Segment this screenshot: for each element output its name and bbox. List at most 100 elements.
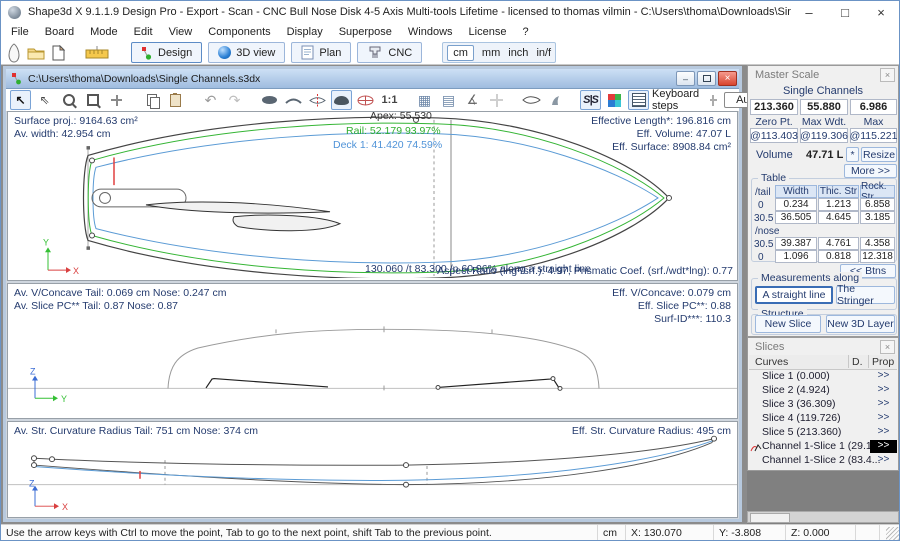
cnc-button[interactable]: CNC <box>357 42 422 63</box>
table-cell[interactable]: 1.096 <box>775 250 817 263</box>
plan-button[interactable]: Plan <box>291 42 351 63</box>
select-tool-icon[interactable]: ↖ <box>10 90 31 110</box>
zoom-tool-icon[interactable] <box>58 90 79 110</box>
mini-board-icon[interactable] <box>521 90 542 110</box>
menu-board[interactable]: Board <box>37 26 82 38</box>
table-cell[interactable]: 0.818 <box>818 250 859 263</box>
thickness-view-icon[interactable] <box>307 90 328 110</box>
d-column-header[interactable]: D. <box>852 356 863 368</box>
ruler-icon[interactable] <box>85 45 109 60</box>
width-col-header[interactable]: Width <box>775 185 817 198</box>
table-cell[interactable]: 36.505 <box>775 211 817 224</box>
slice-prop-button[interactable]: >> <box>870 384 897 397</box>
axes-cross-icon[interactable] <box>486 90 507 110</box>
thickness-value[interactable]: 6.986 <box>850 99 897 115</box>
slice-row-selected[interactable]: Channel 1-Slice 1 (29.1... >> <box>749 440 897 454</box>
menu-components[interactable]: Components <box>200 26 278 38</box>
menu-mode[interactable]: Mode <box>82 26 126 38</box>
table-cell[interactable]: 4.645 <box>818 211 859 224</box>
curves-column-header[interactable]: Curves <box>755 356 788 368</box>
outline-view-icon[interactable] <box>259 90 280 110</box>
new-3d-layer-button[interactable]: New 3D Layer <box>826 315 895 333</box>
slice-row[interactable]: Slice 2 (4.924) >> <box>749 384 897 398</box>
new-board-icon[interactable] <box>7 43 21 63</box>
resize-button[interactable]: Resize <box>861 147 897 162</box>
thic-col-header[interactable]: Thic. Str <box>818 185 859 198</box>
slice-prop-button[interactable]: >> <box>870 370 897 383</box>
export-icon[interactable] <box>51 45 65 61</box>
menu-windows[interactable]: Windows <box>400 26 461 38</box>
minimize-icon[interactable]: – <box>791 5 827 20</box>
redo-icon[interactable]: ↷ <box>224 90 245 110</box>
stringer-button[interactable]: The Stringer <box>836 286 895 304</box>
table-cell[interactable]: 39.387 <box>775 237 817 250</box>
slice-row[interactable]: Channel 1-Slice 2 (83.4... >> <box>749 454 897 468</box>
new-slice-button[interactable]: New Slice <box>755 315 821 333</box>
slice-prop-button[interactable]: >> <box>870 454 897 467</box>
table-cell[interactable]: 6.858 <box>860 198 895 211</box>
design-button[interactable]: Design <box>131 42 202 63</box>
master-scale-close-icon[interactable]: × <box>880 68 895 82</box>
copy-icon[interactable] <box>141 90 162 110</box>
scale-1-1-icon[interactable]: 1:1 <box>379 90 400 110</box>
width-value[interactable]: 55.880 <box>800 99 848 115</box>
wireframe-view-icon[interactable] <box>355 90 376 110</box>
slice-row[interactable]: Slice 5 (213.360) >> <box>749 426 897 440</box>
unit-inch[interactable]: inch <box>508 47 528 59</box>
menu-edit[interactable]: Edit <box>126 26 161 38</box>
menu-license[interactable]: License <box>461 26 515 38</box>
menu-display[interactable]: Display <box>279 26 331 38</box>
max-thck-value[interactable]: @115.221 <box>850 128 897 143</box>
zoom-area-tool-icon[interactable] <box>82 90 103 110</box>
zero-pt-value[interactable]: @113.403 <box>750 128 798 143</box>
menu-help[interactable]: ? <box>514 26 536 38</box>
paste-icon[interactable] <box>165 90 186 110</box>
slices-close-icon[interactable]: × <box>880 340 895 354</box>
slice-prop-button[interactable]: >> <box>870 412 897 425</box>
move-point-tool-icon[interactable]: ⇖ <box>34 90 55 110</box>
slices-grid-icon[interactable]: ▤ <box>438 90 459 110</box>
keyboard-move-icon[interactable] <box>710 95 717 106</box>
prop-column-header[interactable]: Prop <box>872 356 894 368</box>
rock-col-header[interactable]: Rock. Str <box>860 185 895 198</box>
close-icon[interactable]: × <box>863 5 899 20</box>
undo-icon[interactable]: ↶ <box>200 90 221 110</box>
profile-view-icon[interactable] <box>283 90 304 110</box>
doc-close-icon[interactable]: × <box>718 71 737 86</box>
shaded-view-icon[interactable] <box>331 90 352 110</box>
doc-restore-icon[interactable] <box>697 71 716 86</box>
grid-icon[interactable]: ▦ <box>414 90 435 110</box>
menu-file[interactable]: File <box>3 26 37 38</box>
slice-row[interactable]: Slice 3 (36.309) >> <box>749 398 897 412</box>
max-wdt-value[interactable]: @119.306 <box>800 128 848 143</box>
measurements-icon[interactable]: ∡ <box>462 90 483 110</box>
3d-view-button[interactable]: 3D view <box>208 42 285 63</box>
maximize-icon[interactable]: □ <box>827 5 863 20</box>
unit-mm[interactable]: mm <box>482 47 500 59</box>
unit-inf[interactable]: in/f <box>536 47 551 59</box>
menu-superpose[interactable]: Superpose <box>331 26 400 38</box>
color-layers-icon[interactable] <box>604 90 625 110</box>
open-folder-icon[interactable] <box>27 46 45 60</box>
pan-tool-icon[interactable] <box>106 90 127 110</box>
slice-prop-button[interactable]: >> <box>870 398 897 411</box>
table-cell[interactable]: 3.185 <box>860 211 895 224</box>
doc-minimize-icon[interactable]: – <box>676 71 695 86</box>
table-cell[interactable]: 12.318 <box>860 250 895 263</box>
slice-prop-button[interactable]: >> <box>870 440 897 453</box>
menu-view[interactable]: View <box>161 26 201 38</box>
properties-panel-icon[interactable] <box>628 90 649 110</box>
length-value[interactable]: 213.360 <box>750 99 798 115</box>
curvature-ss-icon[interactable]: S|S <box>580 90 601 110</box>
scrollbar-thumb[interactable] <box>750 513 790 523</box>
slice-row[interactable]: Slice 4 (119.726) >> <box>749 412 897 426</box>
more-button[interactable]: More >> <box>844 164 897 178</box>
resize-grip[interactable] <box>886 527 899 540</box>
straight-line-button[interactable]: A straight line <box>755 286 833 304</box>
horizontal-scrollbar[interactable] <box>747 511 899 523</box>
table-cell[interactable]: 0.234 <box>775 198 817 211</box>
slice-row[interactable]: Slice 1 (0.000) >> <box>749 370 897 384</box>
slice-prop-button[interactable]: >> <box>870 426 897 439</box>
volume-star-button[interactable]: * <box>846 147 859 162</box>
table-cell[interactable]: 4.358 <box>860 237 895 250</box>
